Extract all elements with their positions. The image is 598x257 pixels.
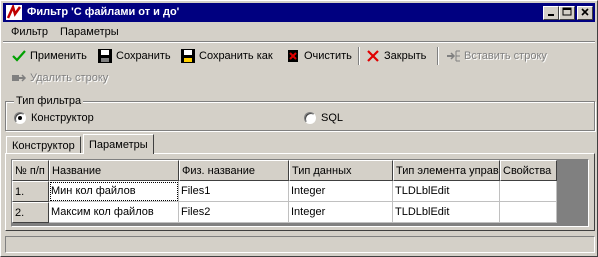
parameters-grid[interactable]: № п/п Название Физ. название Тип данных …: [11, 159, 589, 227]
radio-sql[interactable]: SQL: [304, 112, 343, 124]
window-title: Фильтр 'С файлами от и до': [27, 6, 180, 18]
apply-label: Применить: [30, 50, 87, 62]
menu-parameters[interactable]: Параметры: [60, 26, 119, 38]
floppy-disk-icon: [98, 49, 112, 63]
delete-row-icon: [12, 74, 27, 82]
cell-control-type[interactable]: TLDLblEdit: [393, 181, 500, 202]
tab-parameters-label: Параметры: [89, 138, 148, 151]
radio-constructor-label: Конструктор: [31, 112, 94, 124]
save-label: Сохранить: [116, 50, 171, 62]
maximize-button[interactable]: [559, 6, 575, 20]
header-properties[interactable]: Свойства: [500, 160, 557, 181]
save-as-label: Сохранить как: [199, 50, 273, 62]
tab-constructor-label: Конструктор: [12, 139, 75, 152]
close-icon: [581, 8, 589, 16]
floppy-disk-save-as-icon: [181, 49, 195, 63]
cell-properties[interactable]: [500, 202, 557, 223]
filter-window: Фильтр 'С файлами от и до' Фильтр Параме…: [0, 0, 598, 257]
tab-parameters[interactable]: Параметры: [83, 134, 154, 154]
cell-phys-name[interactable]: Files1: [179, 181, 289, 202]
radio-sql-label: SQL: [321, 112, 344, 124]
cell-phys-name[interactable]: Files2: [179, 202, 289, 223]
save-as-button[interactable]: Сохранить как: [180, 45, 273, 67]
cell-data-type[interactable]: Integer: [289, 181, 393, 202]
close-window-button[interactable]: [577, 6, 593, 20]
clear-icon: [288, 50, 298, 62]
cell-control-type[interactable]: TLDLblEdit: [393, 202, 500, 223]
menu-bar: Фильтр Параметры: [3, 23, 595, 41]
radio-constructor[interactable]: Конструктор: [14, 112, 94, 124]
clear-label: Очистить: [304, 50, 352, 62]
delete-row-label: Удалить строку: [30, 72, 109, 84]
checkmark-icon: [12, 50, 26, 62]
radio-selected-icon: [14, 112, 26, 124]
minimize-button[interactable]: [543, 6, 559, 20]
toolbar-row-1: Применить Сохранить Сохранить как Очисти…: [5, 45, 595, 67]
cell-name[interactable]: Мин кол файлов: [49, 181, 179, 202]
row-number[interactable]: 1.: [12, 181, 49, 202]
close-button[interactable]: Закрыть: [365, 45, 426, 67]
filter-type-legend: Тип фильтра: [14, 95, 84, 107]
row-number[interactable]: 2.: [12, 202, 49, 223]
header-num[interactable]: № п/п: [12, 160, 49, 181]
save-button[interactable]: Сохранить: [97, 45, 171, 67]
menu-filter[interactable]: Фильтр: [11, 26, 48, 38]
cell-data-type[interactable]: Integer: [289, 202, 393, 223]
menu-separator: [3, 41, 595, 43]
radio-unselected-icon: [304, 112, 316, 124]
header-phys-name[interactable]: Физ. название: [179, 160, 289, 181]
status-bar: [5, 236, 595, 253]
maximize-icon: [562, 7, 572, 16]
header-name[interactable]: Название: [49, 160, 179, 181]
minimize-icon: [548, 14, 554, 16]
header-data-type[interactable]: Тип данных: [289, 160, 393, 181]
header-control-type[interactable]: Тип элемента управ.: [393, 160, 500, 181]
cell-name[interactable]: Максим кол файлов: [49, 202, 179, 223]
insert-row-label: Вставить строку: [464, 50, 547, 62]
toolbar-row-2: Удалить строку: [5, 67, 595, 89]
insert-row-button[interactable]: Вставить строку: [445, 45, 547, 67]
red-x-icon: [367, 50, 379, 62]
toolbar-separator: [437, 47, 439, 65]
insert-row-icon: [447, 50, 460, 62]
cell-properties[interactable]: [500, 181, 557, 202]
apply-button[interactable]: Применить: [11, 45, 87, 67]
filter-type-group: Тип фильтра Конструктор SQL: [5, 95, 595, 131]
app-icon: [6, 5, 22, 20]
title-bar[interactable]: Фильтр 'С файлами от и до': [3, 3, 595, 22]
tab-constructor[interactable]: Конструктор: [6, 136, 81, 154]
delete-row-button[interactable]: Удалить строку: [11, 67, 108, 89]
close-label: Закрыть: [384, 50, 427, 62]
toolbar-separator: [358, 47, 360, 65]
clear-button[interactable]: Очистить: [285, 45, 352, 67]
parameters-panel: № п/п Название Физ. название Тип данных …: [5, 153, 595, 231]
